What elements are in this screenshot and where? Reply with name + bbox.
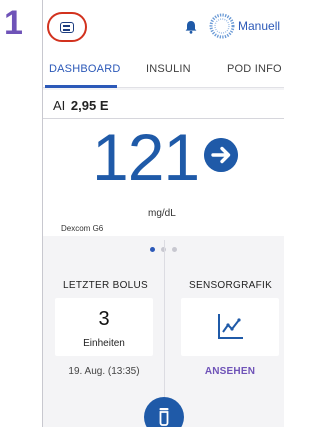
line-graph-icon bbox=[218, 314, 243, 339]
tab-pod-info[interactable]: POD INFO bbox=[227, 63, 282, 75]
automated-mode-ring-icon bbox=[209, 13, 235, 39]
panel-divider bbox=[164, 240, 165, 400]
menu-icon bbox=[60, 22, 74, 33]
arrow-right-icon bbox=[204, 138, 238, 172]
page-dot-1[interactable] bbox=[150, 247, 155, 252]
view-sensor-graph-link[interactable]: ANSEHEN bbox=[181, 366, 279, 377]
last-bolus-box: 3 Einheiten bbox=[55, 298, 153, 356]
tab-insulin[interactable]: INSULIN bbox=[146, 63, 191, 75]
phone-screen: Manuell DASHBOARD INSULIN POD INFO AI 2,… bbox=[42, 0, 284, 427]
glucose-card: AI 2,95 E 121 mg/dL Dexcom G6 bbox=[43, 90, 284, 236]
cgm-source: Dexcom G6 bbox=[61, 224, 104, 233]
page-dot-3[interactable] bbox=[172, 247, 177, 252]
last-bolus-title: LETZTER BOLUS bbox=[63, 280, 149, 291]
iob-value: 2,95 E bbox=[70, 98, 109, 113]
top-bar: Manuell bbox=[43, 0, 284, 52]
tab-dashboard[interactable]: DASHBOARD bbox=[49, 63, 120, 75]
last-bolus-unit: Einheiten bbox=[83, 338, 125, 349]
card-divider bbox=[43, 118, 284, 119]
step-number: 1 bbox=[4, 4, 23, 42]
last-bolus-value: 3 bbox=[98, 308, 110, 330]
sensor-graph-box[interactable] bbox=[181, 298, 279, 356]
iob-label: AI bbox=[53, 98, 66, 113]
sensor-graph-title: SENSORGRAFIK bbox=[189, 280, 273, 291]
bolus-icon bbox=[159, 408, 169, 426]
bell-icon[interactable] bbox=[185, 20, 197, 34]
mode-label[interactable]: Manuell bbox=[238, 19, 280, 33]
glucose-value: 121 bbox=[92, 120, 200, 194]
glucose-unit: mg/dL bbox=[148, 208, 176, 219]
menu-button[interactable] bbox=[47, 12, 87, 42]
bolus-fab-button[interactable] bbox=[144, 397, 184, 427]
tab-bar: DASHBOARD INSULIN POD INFO bbox=[43, 52, 284, 88]
active-tab-indicator bbox=[45, 85, 117, 88]
insulin-on-board: AI 2,95 E bbox=[53, 98, 109, 113]
last-bolus-date: 19. Aug. (13:35) bbox=[68, 366, 140, 377]
